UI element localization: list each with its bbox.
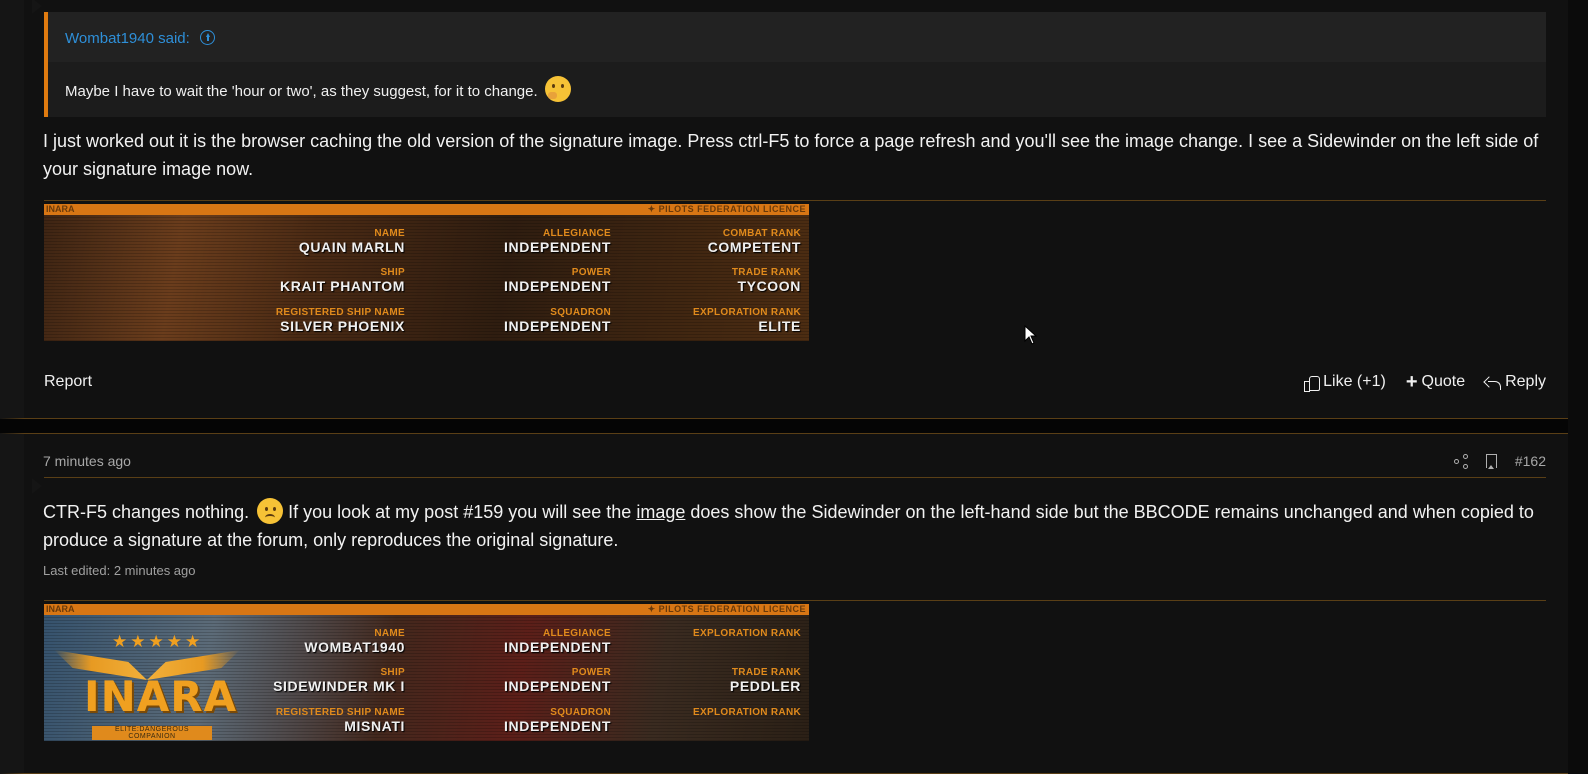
banner-strip-left: INARA [46, 604, 75, 614]
banner-power: POWER INDEPENDENT [504, 667, 611, 694]
like-button[interactable]: Like (+1) [1304, 373, 1386, 392]
quote-text: Maybe I have to wait the 'hour or two', … [65, 83, 538, 100]
banner-combat-rank: EXPLORATION RANK [693, 628, 801, 639]
reply-button[interactable]: Reply [1485, 373, 1546, 391]
banner-strip-right: ✦ PILOTS FEDERATION LICENCE [647, 204, 806, 214]
post-separator [0, 419, 1568, 433]
banner-strip: INARA ✦ PILOTS FEDERATION LICENCE [44, 204, 809, 215]
banner-exploration-rank: EXPLORATION RANK [693, 707, 801, 718]
post-number[interactable]: #162 [1515, 453, 1546, 469]
banner-strip-right: ✦ PILOTS FEDERATION LICENCE [647, 604, 806, 614]
banner-allegiance: ALLEGIANCE INDEPENDENT [504, 628, 611, 655]
banner-ship: SHIP KRAIT PHANTOM [280, 267, 405, 294]
last-edited[interactable]: Last edited: 2 minutes ago [43, 563, 196, 578]
banner-ship: SHIP SIDEWINDER MK I [273, 667, 405, 694]
reply-arrow-icon [1485, 375, 1502, 390]
banner-name: NAME WOMBAT1940 [304, 628, 405, 655]
meta-divider [44, 477, 1546, 478]
reply-label: Reply [1505, 373, 1546, 390]
plus-icon: + [1405, 371, 1418, 393]
like-label: Like (+1) [1323, 373, 1386, 390]
signature-banner: INARA ✦ PILOTS FEDERATION LICENCE ★★★★★ … [44, 604, 809, 741]
quote-author[interactable]: Wombat1940 said: [65, 30, 190, 47]
message-part1: CTR-F5 changes nothing. [43, 502, 250, 522]
post-meta: 7 minutes ago #162 [43, 453, 1546, 477]
banner-squadron: SQUADRON INDEPENDENT [504, 707, 611, 734]
signature-divider [44, 200, 1546, 201]
post-message: CTR-F5 changes nothing. If you look at m… [43, 498, 1543, 554]
post-arrow [32, 0, 42, 14]
frowning-emoji-icon [257, 498, 284, 524]
banner-ship-name: REGISTERED SHIP NAME MISNATI [275, 707, 405, 734]
quote-block: Wombat1940 said: Maybe I have to wait th… [44, 12, 1546, 117]
thinking-emoji-icon [544, 76, 571, 102]
banner-ship-name: REGISTERED SHIP NAME SILVER PHOENIX [275, 307, 405, 334]
logo-tagline: ELITE:DANGEROUS COMPANION [92, 726, 212, 740]
post-arrow [32, 478, 42, 494]
quote-button[interactable]: + Quote [1405, 371, 1466, 393]
banner-squadron: SQUADRON INDEPENDENT [504, 307, 611, 334]
quote-header[interactable]: Wombat1940 said: [48, 12, 1546, 62]
bookmark-icon[interactable] [1485, 454, 1497, 469]
banner-name: NAME QUAIN MARLN [298, 228, 405, 255]
banner-strip-left: INARA [46, 204, 75, 214]
logo-word: INARA [84, 672, 238, 721]
thumbs-up-icon [1304, 375, 1321, 392]
banner-strip: INARA ✦ PILOTS FEDERATION LICENCE [44, 604, 809, 615]
banner-combat-rank: COMBAT RANK COMPETENT [707, 228, 801, 255]
banner-allegiance: ALLEGIANCE INDEPENDENT [504, 228, 611, 255]
post-time[interactable]: 7 minutes ago [43, 453, 131, 469]
message-part2: If you look at my post #159 you will see… [283, 502, 637, 522]
banner-exploration-rank: EXPLORATION RANK ELITE [693, 307, 801, 334]
banner-trade-rank: TRADE RANK TYCOON [731, 267, 801, 294]
banner-trade-rank: TRADE RANK PEDDLER [729, 667, 801, 694]
post-actions: Like (+1) + Quote Reply [1304, 371, 1546, 393]
post-message: I just worked out it is the browser cach… [43, 131, 1539, 179]
jump-up-icon[interactable] [199, 30, 215, 45]
image-link[interactable]: image [636, 502, 685, 522]
quote-label: Quote [1421, 373, 1466, 390]
quote-body: Maybe I have to wait the 'hour or two', … [48, 62, 1546, 116]
post-footer: Report Like (+1) + Quote Reply [44, 371, 1546, 395]
share-icon[interactable] [1453, 454, 1468, 469]
banner-power: POWER INDEPENDENT [504, 267, 611, 294]
report-link[interactable]: Report [44, 373, 92, 391]
signature-banner: INARA ✦ PILOTS FEDERATION LICENCE NAME Q… [44, 204, 809, 341]
inara-logo: ★★★★★ INARA ELITE:DANGEROUS COMPANION [52, 628, 242, 740]
signature-divider [44, 600, 1546, 601]
stars-icon: ★★★★★ [112, 632, 204, 651]
